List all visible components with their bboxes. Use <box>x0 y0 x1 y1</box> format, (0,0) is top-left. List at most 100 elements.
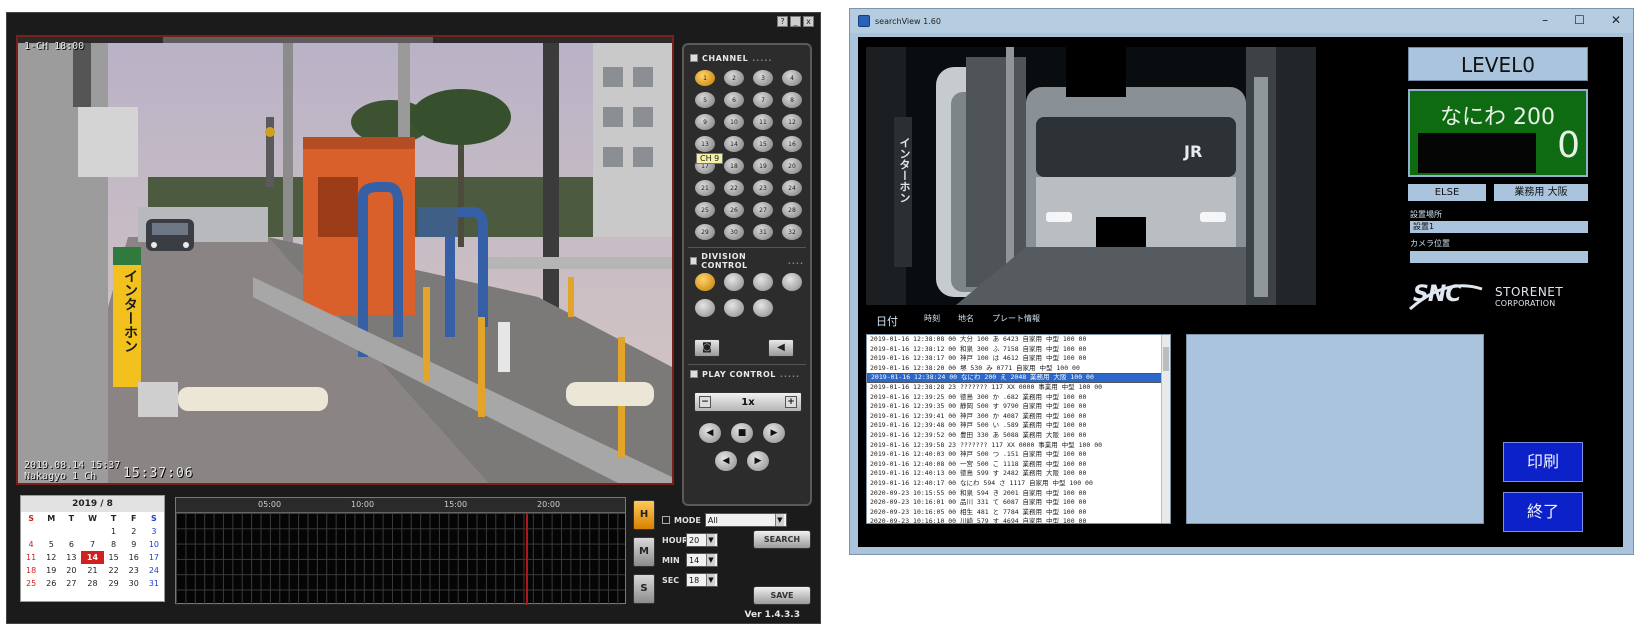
channel-button[interactable]: 30 <box>723 223 745 241</box>
calendar-day[interactable]: 9 <box>124 538 144 551</box>
channel-button[interactable]: 1 <box>694 69 716 87</box>
exit-button[interactable]: 終了 <box>1503 492 1583 532</box>
stop-button[interactable]: ■ <box>730 422 754 444</box>
channel-button[interactable]: 2 <box>723 69 745 87</box>
log-row[interactable]: 2019-01-16 12:39:41 00 神戸 300 か 4087 業務用… <box>867 412 1170 422</box>
step-back-button[interactable]: ◀ <box>714 450 738 472</box>
log-row[interactable]: 2019-01-16 12:40:17 00 なにわ 594 さ 1117 自家… <box>867 479 1170 489</box>
channel-button[interactable]: 20 <box>781 157 803 175</box>
scroll-thumb[interactable] <box>1163 347 1169 371</box>
speed-up-button[interactable]: + <box>784 396 797 408</box>
division-25-button[interactable] <box>694 298 716 318</box>
log-row[interactable]: 2020-09-23 10:16:05 00 相生 481 と 7784 業務用… <box>867 508 1170 518</box>
step-forward-button[interactable]: ▶ <box>746 450 770 472</box>
calendar-day[interactable]: 7 <box>81 538 103 551</box>
channel-button[interactable]: 3 <box>752 69 774 87</box>
mode-select[interactable]: All ▼ <box>704 513 787 527</box>
calendar-day[interactable]: 2 <box>124 525 144 538</box>
channel-button[interactable]: 4 <box>781 69 803 87</box>
log-row[interactable]: 2019-01-16 12:39:35 00 静岡 500 す 9790 自家用… <box>867 402 1170 412</box>
sec-select[interactable]: 18 ▼ <box>686 573 718 587</box>
log-row[interactable]: 2019-01-16 12:38:28 23 ??????? 117 XX 00… <box>867 383 1170 393</box>
log-row[interactable]: 2019-01-16 12:39:52 00 豊田 330 あ 5088 業務用… <box>867 431 1170 441</box>
log-row[interactable]: 2019-01-16 12:39:25 00 徳島 300 か .682 業務用… <box>867 393 1170 403</box>
tab-plate-info[interactable]: プレート情報 <box>992 313 1040 329</box>
rewind-button[interactable]: ◀ <box>698 422 722 444</box>
log-row[interactable]: 2019-01-16 12:39:58 23 ??????? 117 XX 00… <box>867 441 1170 451</box>
channel-button[interactable]: 7 <box>752 91 774 109</box>
tab-place[interactable]: 地名 <box>958 313 974 329</box>
channel-button[interactable]: 18 <box>723 157 745 175</box>
tab-time[interactable]: 時刻 <box>924 313 940 329</box>
channel-button[interactable]: 14 <box>723 135 745 153</box>
mode-checkbox[interactable] <box>662 516 670 524</box>
snapshot-button[interactable]: ◙ <box>694 339 720 357</box>
calendar-day[interactable]: 25 <box>21 577 41 590</box>
division-16-button[interactable] <box>781 272 803 292</box>
search-button[interactable]: SEARCH <box>753 530 811 549</box>
calendar-day[interactable]: 31 <box>144 577 164 590</box>
channel-button[interactable]: 13 <box>694 135 716 153</box>
log-row[interactable]: 2019-01-16 12:38:12 00 和泉 300 ふ 7158 自家用… <box>867 345 1170 355</box>
channel-button[interactable]: 8 <box>781 91 803 109</box>
channel-button[interactable]: 19 <box>752 157 774 175</box>
min-select[interactable]: 14 ▼ <box>686 553 718 567</box>
channel-button[interactable]: 22 <box>723 179 745 197</box>
calendar-day[interactable]: 6 <box>61 538 81 551</box>
minimize-button[interactable]: _ <box>790 16 801 27</box>
channel-button[interactable]: 28 <box>781 201 803 219</box>
log-row[interactable]: 2019-01-16 12:38:08 00 大分 100 あ 6423 自家用… <box>867 335 1170 345</box>
second-scale-button[interactable]: S <box>633 574 655 604</box>
minimize-button[interactable]: – <box>1542 13 1548 27</box>
calendar-day[interactable]: 5 <box>41 538 61 551</box>
channel-button[interactable]: 9 <box>694 113 716 131</box>
division-1-button[interactable] <box>694 272 716 292</box>
channel-button[interactable]: 32 <box>781 223 803 241</box>
camera-position-field[interactable] <box>1410 251 1588 263</box>
calendar-day[interactable]: 8 <box>104 538 124 551</box>
log-row[interactable]: 2019-01-16 12:38:20 00 堺 530 み 0771 自家用 … <box>867 364 1170 374</box>
channel-button[interactable]: 21 <box>694 179 716 197</box>
play-button[interactable]: ▶ <box>762 422 786 444</box>
speed-down-button[interactable]: − <box>699 396 711 408</box>
log-row[interactable]: 2019-01-16 12:38:24 00 なにわ 200 え 2048 業務… <box>867 373 1170 383</box>
channel-button[interactable]: 29 <box>694 223 716 241</box>
print-button[interactable]: 印刷 <box>1503 442 1583 482</box>
hour-scale-button[interactable]: H <box>633 500 655 530</box>
calendar-day[interactable]: 27 <box>61 577 81 590</box>
calendar-day[interactable]: 30 <box>124 577 144 590</box>
channel-button[interactable]: 25 <box>694 201 716 219</box>
calendar-day[interactable]: 11 <box>21 551 41 564</box>
calendar-day[interactable]: 17 <box>144 551 164 564</box>
calendar-day[interactable]: 26 <box>41 577 61 590</box>
calendar-day[interactable]: 21 <box>81 564 103 577</box>
help-button[interactable]: ? <box>777 16 788 27</box>
channel-button[interactable]: 15 <box>752 135 774 153</box>
location-field[interactable]: 設置1 <box>1410 221 1588 233</box>
division-4-button[interactable] <box>723 272 745 292</box>
channel-button[interactable]: 26 <box>723 201 745 219</box>
calendar-day[interactable]: 24 <box>144 564 164 577</box>
log-row[interactable]: 2019-01-16 12:40:03 00 神戸 500 つ .151 自家用… <box>867 450 1170 460</box>
calendar-day[interactable]: 14 <box>81 551 104 564</box>
channel-button[interactable]: 5 <box>694 91 716 109</box>
detection-log-list[interactable]: 2019-01-16 12:38:08 00 大分 100 あ 6423 自家用… <box>866 334 1171 524</box>
channel-button[interactable]: 6 <box>723 91 745 109</box>
channel-button[interactable]: 23 <box>752 179 774 197</box>
timeline-cursor[interactable] <box>526 513 528 605</box>
channel-button[interactable]: 16 <box>781 135 803 153</box>
calendar-day[interactable]: 22 <box>104 564 124 577</box>
log-row[interactable]: 2019-01-16 12:39:48 00 神戸 500 い .589 業務用… <box>867 421 1170 431</box>
log-row[interactable]: 2019-01-16 12:40:13 00 徳島 599 す 2482 業務用… <box>867 469 1170 479</box>
channel-button[interactable]: 24 <box>781 179 803 197</box>
minute-scale-button[interactable]: M <box>633 537 655 567</box>
log-scrollbar[interactable] <box>1161 335 1170 523</box>
calendar-day[interactable]: 19 <box>41 564 61 577</box>
recording-timeline[interactable]: 05:00 10:00 15:00 20:00 <box>175 497 626 605</box>
save-button[interactable]: SAVE <box>753 586 811 605</box>
channel-button[interactable]: 11 <box>752 113 774 131</box>
calendar-day[interactable]: 1 <box>104 525 124 538</box>
calendar-day[interactable]: 29 <box>104 577 124 590</box>
maximize-button[interactable]: ☐ <box>1574 13 1585 27</box>
calendar-day[interactable]: 18 <box>21 564 41 577</box>
